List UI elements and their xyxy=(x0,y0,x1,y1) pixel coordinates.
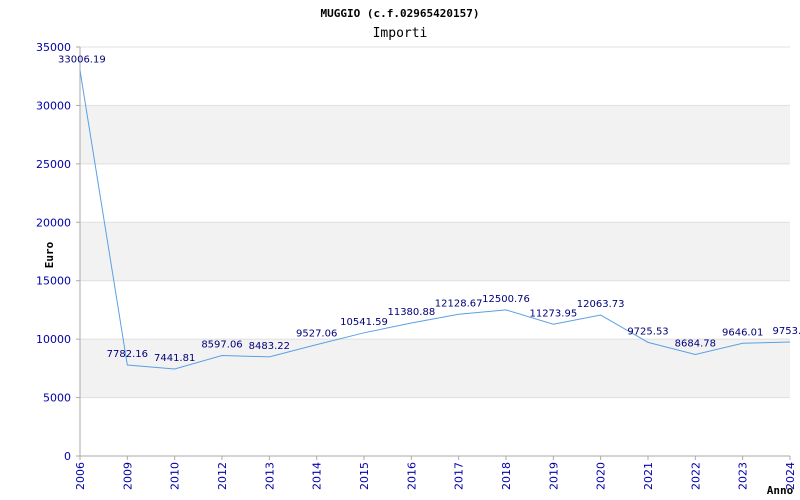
x-tick-label: 2017 xyxy=(453,462,466,490)
data-label: 8483.22 xyxy=(249,341,290,352)
line-chart: 0 5000 10000 15000 20000 25000 30000 35000 2006 2… xyxy=(36,7,800,497)
x-tick-label: 2021 xyxy=(642,462,655,490)
y-tick-label: 20000 xyxy=(36,216,71,229)
y-tick-label: 10000 xyxy=(36,333,71,346)
grid-bands xyxy=(80,46,790,457)
x-tick-label: 2020 xyxy=(595,462,608,490)
data-label: 9725.53 xyxy=(627,326,668,337)
y-tick-label: 30000 xyxy=(36,99,71,112)
data-label: 9527.06 xyxy=(296,329,337,340)
x-tick-label: 2006 xyxy=(74,462,87,490)
x-tick-label: 2012 xyxy=(216,462,229,490)
data-label: 11380.88 xyxy=(387,307,435,318)
x-tick-label: 2010 xyxy=(169,462,182,490)
x-tick-label: 2009 xyxy=(121,462,134,490)
data-label: 12063.73 xyxy=(577,299,625,310)
x-tick-label: 2018 xyxy=(500,462,513,490)
data-labels: 33006.19 7782.16 7441.81 8597.06 8483.22 9527… xyxy=(58,54,800,364)
x-tick-label: 2023 xyxy=(737,462,750,490)
y-tick-label: 25000 xyxy=(36,158,71,171)
x-tick-label: 2019 xyxy=(547,462,560,490)
y-axis-label: Euro xyxy=(43,241,56,268)
chart-title: MUGGIO (c.f.02965420157) xyxy=(321,7,480,20)
y-tick-label: 0 xyxy=(64,450,71,463)
chart-subtitle: Importi xyxy=(373,26,428,41)
y-tick-label: 35000 xyxy=(36,41,71,54)
y-tick-label: 5000 xyxy=(43,392,71,405)
data-label: 9753.2 xyxy=(773,326,800,337)
data-label: 11273.95 xyxy=(529,308,577,319)
x-tick-label: 2015 xyxy=(358,462,371,490)
y-tick-label: 15000 xyxy=(36,275,71,288)
data-label: 10541.59 xyxy=(340,317,388,328)
data-label: 7441.81 xyxy=(154,353,195,364)
grid-band xyxy=(80,105,790,164)
data-label: 12500.76 xyxy=(482,294,530,305)
data-label: 33006.19 xyxy=(58,54,106,65)
x-tick-label: 2013 xyxy=(263,462,276,490)
x-tick-label: 2022 xyxy=(689,462,702,490)
data-label: 7782.16 xyxy=(107,349,148,360)
x-tick-label: 2016 xyxy=(405,462,418,490)
grid-band xyxy=(80,222,790,281)
x-tick-label: 2014 xyxy=(311,462,324,490)
data-label: 8597.06 xyxy=(201,340,242,351)
data-label: 9646.01 xyxy=(722,327,763,338)
data-label: 12128.67 xyxy=(435,298,483,309)
x-axis-label: Anno xyxy=(767,484,794,497)
data-label: 8684.78 xyxy=(675,339,716,350)
